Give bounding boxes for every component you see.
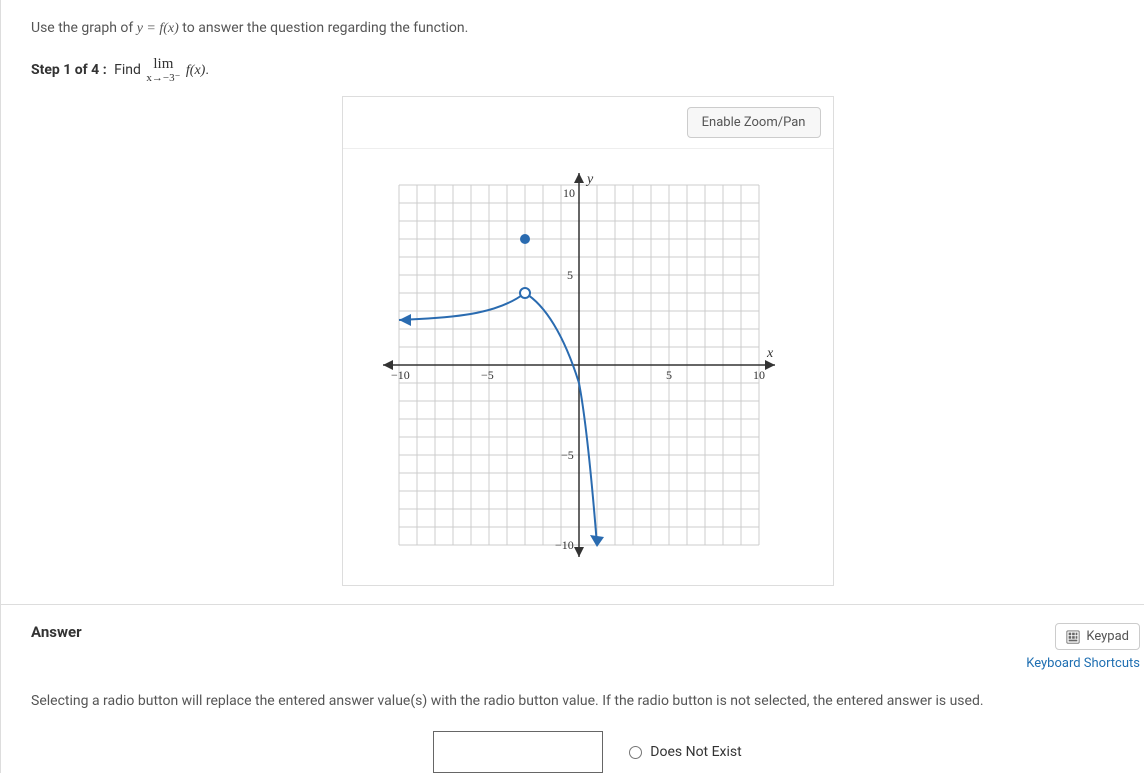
period: .: [205, 62, 209, 78]
tick-xpos10: 10: [753, 368, 765, 382]
keyboard-shortcuts-link[interactable]: Keyboard Shortcuts: [1026, 656, 1140, 671]
dne-option[interactable]: Does Not Exist: [629, 744, 741, 760]
dne-radio[interactable]: [629, 746, 642, 759]
chart-panel: Enable Zoom/Pan: [342, 96, 834, 586]
step-find: Find: [114, 62, 141, 78]
answer-controls: Does Not Exist: [31, 731, 1144, 773]
tick-xneg10: −10: [391, 368, 410, 382]
tick-ypos10: 10: [563, 186, 575, 200]
tick-xneg5: −5: [481, 368, 494, 382]
curve-left-arrow: [399, 314, 411, 326]
intro-equation: y = f(x): [137, 21, 179, 36]
filled-point: [520, 234, 530, 244]
dne-label: Does Not Exist: [650, 744, 741, 760]
x-axis-label: x: [766, 346, 774, 361]
tick-yneg10: −10: [555, 538, 574, 552]
intro-prefix: Use the graph of: [31, 20, 137, 36]
lim-bottom: x→−3⁻: [146, 73, 180, 84]
keypad-button[interactable]: Keypad: [1055, 623, 1140, 650]
tick-ypos5: 5: [567, 268, 573, 282]
limit-notation: lim x→−3⁻: [146, 57, 180, 84]
answer-helper-text: Selecting a radio button will replace th…: [31, 693, 1144, 709]
fx: f(x): [186, 63, 205, 78]
question-intro: Use the graph of y = f(x) to answer the …: [31, 20, 1144, 37]
step-line: Step 1 of 4 : Find lim x→−3⁻ f(x).: [31, 57, 1144, 84]
answer-input[interactable]: [433, 731, 603, 773]
enable-zoom-button[interactable]: Enable Zoom/Pan: [687, 107, 821, 138]
answer-header-row: Answer Keypad Keyboard Shortcuts: [31, 623, 1144, 671]
curve-left: [399, 293, 525, 320]
chart-body[interactable]: y x −10 −5 5 10 10 5 −5 −10: [343, 149, 833, 585]
keypad-label: Keypad: [1086, 629, 1129, 644]
lim-top: lim: [153, 56, 173, 72]
chart-svg: y x −10 −5 5 10 10 5 −5 −10: [359, 165, 799, 565]
tick-yneg5: −5: [561, 448, 574, 462]
keypad-icon: [1066, 630, 1080, 644]
open-point: [520, 288, 530, 298]
divider: [1, 604, 1144, 605]
answer-heading: Answer: [31, 623, 82, 641]
question-container: Use the graph of y = f(x) to answer the …: [0, 0, 1144, 773]
tick-xpos5: 5: [666, 368, 672, 382]
step-label: Step 1 of 4 :: [31, 62, 107, 78]
intro-suffix: to answer the question regarding the fun…: [182, 20, 468, 36]
y-axis-label: y: [585, 172, 594, 187]
chart-toolbar: Enable Zoom/Pan: [343, 97, 833, 149]
answer-tools: Keypad Keyboard Shortcuts: [1026, 623, 1140, 671]
